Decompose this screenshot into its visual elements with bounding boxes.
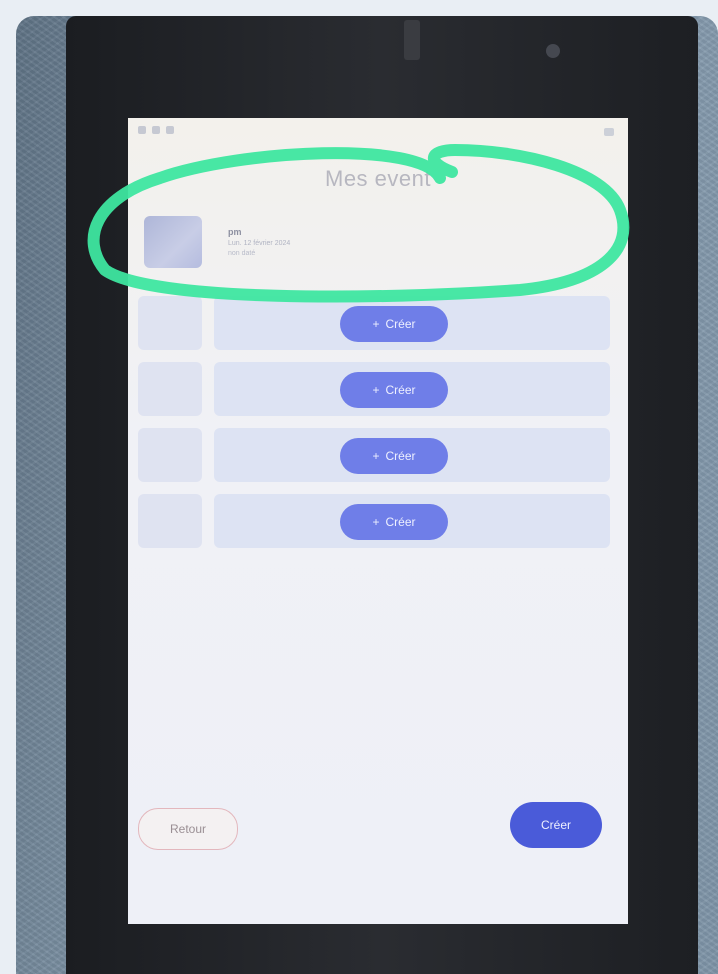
camera-icon: [546, 44, 560, 58]
back-button[interactable]: Retour: [138, 808, 238, 850]
slot-thumbnail: [138, 494, 202, 548]
event-slot: + Créer: [138, 494, 610, 548]
slot-thumbnail: [138, 428, 202, 482]
event-slot: + Créer: [138, 362, 610, 416]
slot-create-button[interactable]: + Créer: [340, 372, 448, 408]
slot-thumbnail: [138, 362, 202, 416]
event-name: pm: [228, 227, 242, 237]
slot-body: + Créer: [214, 494, 610, 548]
slot-create-button[interactable]: + Créer: [340, 504, 448, 540]
plus-icon: +: [372, 317, 380, 331]
event-card[interactable]: pm Lun. 12 février 2024 non daté: [144, 206, 604, 278]
slot-body: + Créer: [214, 362, 610, 416]
battery-icon: [604, 128, 614, 136]
create-button[interactable]: Créer: [510, 802, 602, 848]
event-slot: + Créer: [138, 428, 610, 482]
slot-create-button[interactable]: + Créer: [340, 438, 448, 474]
camera-slot: [404, 20, 420, 60]
event-text: pm Lun. 12 février 2024 non daté: [228, 227, 290, 257]
status-icon: [166, 126, 174, 134]
status-bar: [138, 126, 174, 134]
photo-background: Mes event pm Lun. 12 février 2024 non da…: [16, 16, 718, 974]
event-subtitle: non daté: [228, 250, 256, 257]
page-title: Mes event: [325, 166, 431, 191]
status-icon: [138, 126, 146, 134]
slot-create-label: Créer: [385, 515, 416, 529]
plus-icon: +: [372, 383, 380, 397]
slot-body: + Créer: [214, 428, 610, 482]
plus-icon: +: [372, 449, 380, 463]
status-icon: [152, 126, 160, 134]
app-screen: Mes event pm Lun. 12 février 2024 non da…: [128, 118, 628, 924]
plus-icon: +: [372, 515, 380, 529]
slot-create-label: Créer: [385, 317, 416, 331]
event-thumbnail: [144, 216, 202, 268]
event-slot: + Créer: [138, 296, 610, 350]
slot-body: + Créer: [214, 296, 610, 350]
slot-create-button[interactable]: + Créer: [340, 306, 448, 342]
slot-create-label: Créer: [385, 383, 416, 397]
tablet-device: Mes event pm Lun. 12 février 2024 non da…: [66, 16, 698, 974]
event-date: Lun. 12 février 2024: [228, 240, 291, 247]
slot-create-label: Créer: [385, 449, 416, 463]
slot-thumbnail: [138, 296, 202, 350]
